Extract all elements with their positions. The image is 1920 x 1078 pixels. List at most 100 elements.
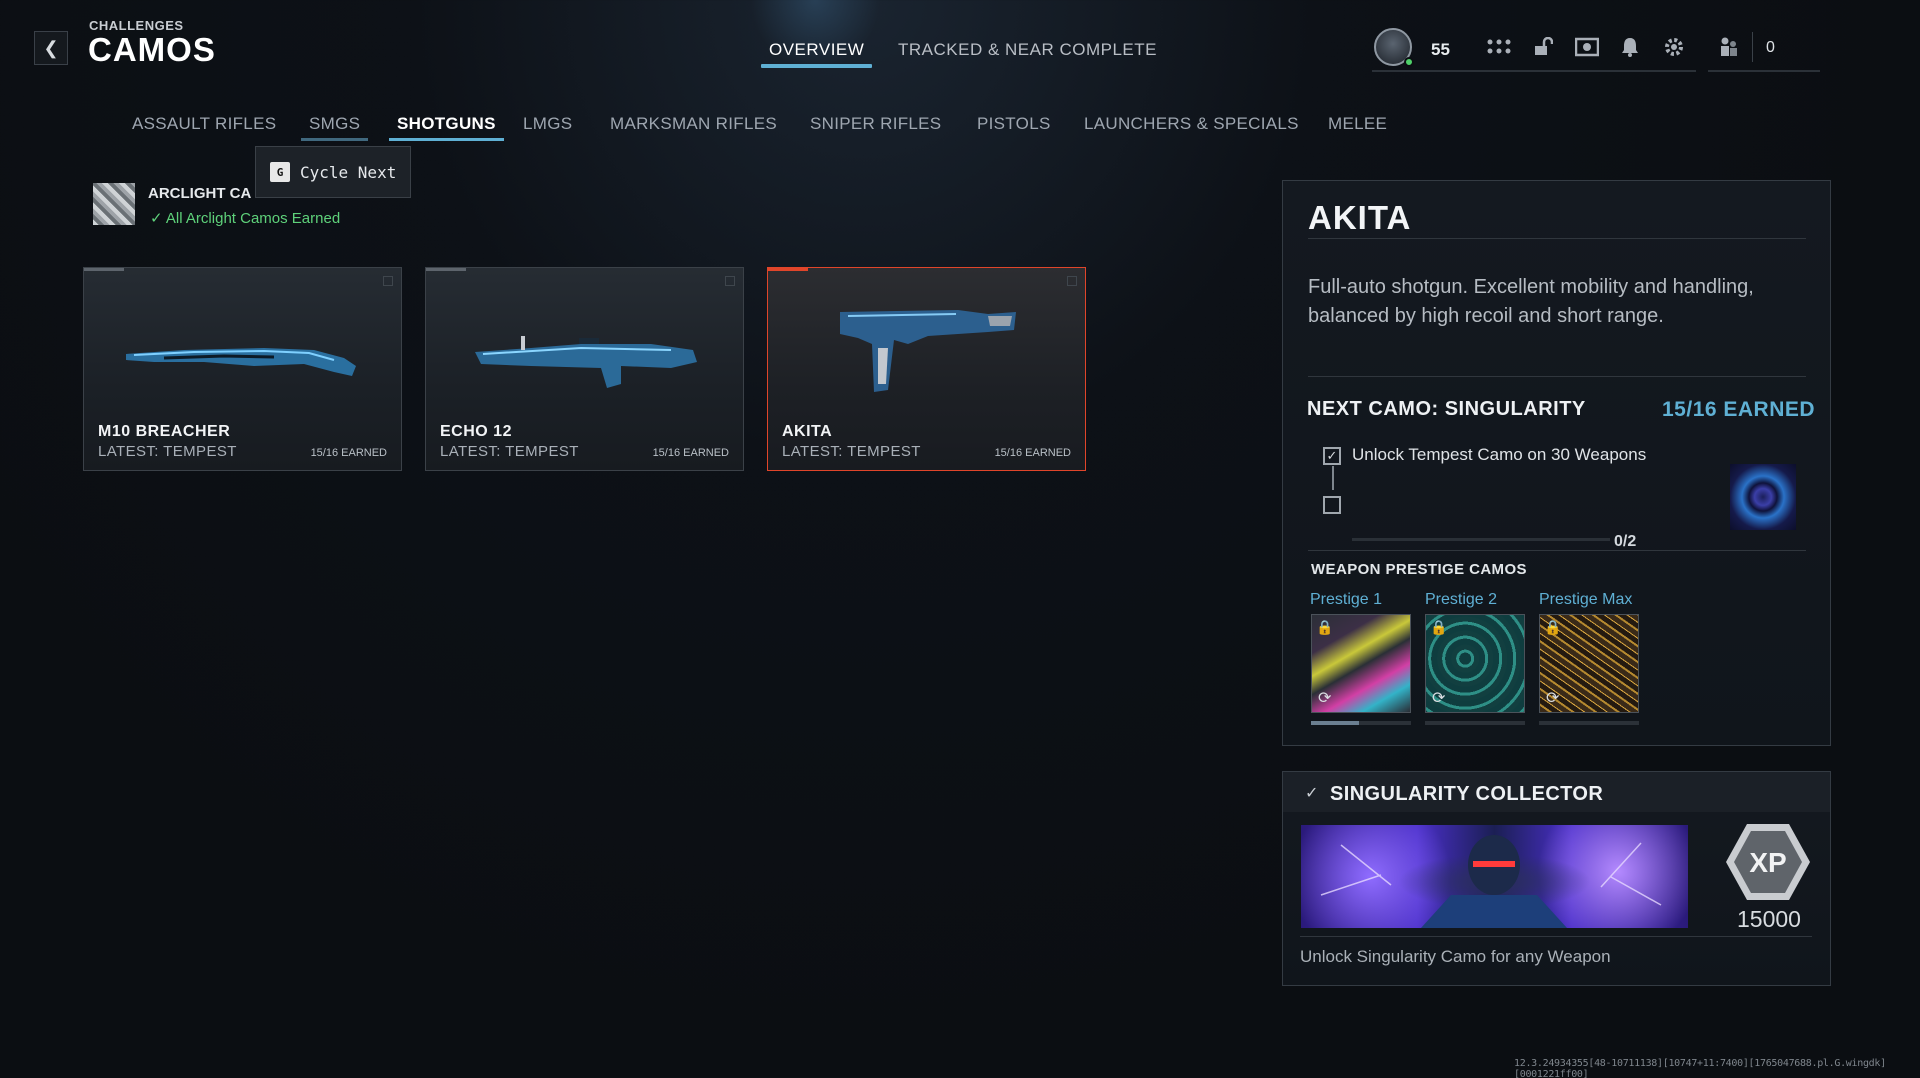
collector-description: Unlock Singularity Camo for any Weapon <box>1300 947 1611 966</box>
card-corner-icon <box>725 276 735 286</box>
card-progress-bar <box>84 268 124 271</box>
tab-tracked[interactable]: TRACKED & NEAR COMPLETE <box>898 40 1157 60</box>
back-button[interactable]: ❮ <box>34 31 68 65</box>
task-checkbox-empty <box>1323 496 1341 514</box>
build-info: 12.3.24934355[48-10711138][10747+11:7400… <box>1514 1058 1886 1078</box>
arclight-title: ARCLIGHT CA <box>148 185 252 202</box>
prestige-2-camo[interactable]: 🔒 ⟳ <box>1425 614 1525 713</box>
category-label: SHOTGUNS <box>397 114 496 133</box>
category-marksman-rifles[interactable]: MARKSMAN RIFLES <box>610 114 777 134</box>
lock-icon: 🔒 <box>1544 619 1562 635</box>
store-icon[interactable] <box>1574 34 1600 60</box>
category-melee[interactable]: MELEE <box>1328 114 1387 134</box>
collector-title: SINGULARITY COLLECTOR <box>1330 783 1604 805</box>
challenge-task: Unlock Tempest Camo on 30 Weapons <box>1352 445 1647 464</box>
weapon-name: ECHO 12 <box>440 423 512 440</box>
card-corner-icon <box>383 276 393 286</box>
divider <box>1308 550 1806 551</box>
cycle-next-tooltip: G Cycle Next <box>255 146 411 198</box>
weapon-card-m10-breacher[interactable]: M10 BREACHER LATEST: TEMPEST 15/16 EARNE… <box>83 267 402 471</box>
category-assault-rifles[interactable]: ASSAULT RIFLES <box>132 114 276 134</box>
collector-reward-banner <box>1301 825 1688 928</box>
card-corner-icon <box>1067 276 1077 286</box>
singularity-camo-thumbnail <box>1730 464 1796 530</box>
prestige-swirl-icon: ⟳ <box>1546 690 1560 707</box>
weapon-earned-count: 15/16 EARNED <box>994 447 1071 459</box>
category-label: MELEE <box>1328 114 1388 133</box>
tab-overview[interactable]: OVERVIEW <box>761 40 873 68</box>
checkmark-icon: ✓ <box>1305 785 1319 802</box>
detail-weapon-title: AKITA <box>1308 199 1412 236</box>
category-launchers-specials[interactable]: LAUNCHERS & SPECIALS <box>1084 114 1299 134</box>
prestige-max-progress <box>1539 721 1639 725</box>
shotgun-image <box>475 336 697 388</box>
task-connector <box>1332 466 1334 490</box>
category-smgs[interactable]: SMGS <box>301 114 369 141</box>
arclight-status-text: All Arclight Camos Earned <box>165 210 341 227</box>
card-progress-bar <box>426 268 466 271</box>
weapon-latest-camo: LATEST: TEMPEST <box>782 443 921 460</box>
category-label: MARKSMAN RIFLES <box>610 114 777 133</box>
category-label: SMGS <box>309 114 361 133</box>
settings-gear-icon[interactable] <box>1661 34 1687 60</box>
divider <box>1308 376 1806 377</box>
shotgun-image <box>840 310 1016 392</box>
prestige-2-label: Prestige 2 <box>1425 591 1498 608</box>
category-lmgs[interactable]: LMGS <box>523 114 572 134</box>
operator-figure <box>1320 835 1662 928</box>
prestige-heading: WEAPON PRESTIGE CAMOS <box>1311 561 1527 578</box>
lock-icon: 🔒 <box>1316 619 1334 635</box>
unlock-icon[interactable] <box>1530 34 1556 60</box>
prestige-max-label: Prestige Max <box>1539 591 1633 608</box>
online-status-dot <box>1404 57 1414 67</box>
chevron-left-icon: ❮ <box>43 37 59 58</box>
arclight-camo-thumbnail <box>93 183 135 225</box>
category-hover-underline <box>301 138 369 141</box>
prestige-swirl-icon: ⟳ <box>1318 690 1332 707</box>
hud-underline <box>1372 70 1696 72</box>
checkmark-icon: ✓ <box>1326 448 1338 463</box>
notification-bell-icon[interactable] <box>1617 34 1643 60</box>
weapon-latest-camo: LATEST: TEMPEST <box>440 443 579 460</box>
task-progress-bar <box>1352 538 1610 541</box>
category-label: ASSAULT RIFLES <box>132 114 277 133</box>
weapon-earned-count: 15/16 EARNED <box>652 447 729 459</box>
divider <box>1308 238 1806 239</box>
task-checkbox-checked: ✓ <box>1323 447 1341 465</box>
divider <box>1300 936 1812 937</box>
weapon-latest-camo: LATEST: TEMPEST <box>98 443 237 460</box>
category-label: LAUNCHERS & SPECIALS <box>1084 114 1299 133</box>
tab-active-underline <box>761 64 873 68</box>
xp-badge-label: XP <box>1749 847 1786 878</box>
weapon-card-akita[interactable]: AKITA LATEST: TEMPEST 15/16 EARNED <box>767 267 1086 471</box>
category-pistols[interactable]: PISTOLS <box>977 114 1051 134</box>
task-progress-label: 0/2 <box>1614 533 1637 550</box>
category-label: LMGS <box>523 114 573 133</box>
arclight-status: ✓ All Arclight Camos Earned <box>150 209 340 227</box>
xp-reward-value: 15000 <box>1737 906 1801 932</box>
lock-icon: 🔒 <box>1430 619 1448 635</box>
category-active-underline <box>389 138 504 141</box>
party-icon[interactable] <box>1716 34 1742 60</box>
grid-menu-icon[interactable] <box>1486 34 1512 60</box>
next-camo-earned: 15/16 EARNED <box>1662 398 1816 421</box>
prestige-1-progress <box>1311 721 1411 725</box>
weapon-name: AKITA <box>782 423 833 440</box>
card-progress-bar <box>768 268 808 271</box>
friends-count: 0 <box>1766 39 1775 56</box>
xp-badge-icon: XP <box>1725 822 1811 902</box>
player-level: 55 <box>1431 40 1450 59</box>
hud-underline-2 <box>1708 70 1820 72</box>
prestige-swirl-icon: ⟳ <box>1432 690 1446 707</box>
weapon-description: Full-auto shotgun. Excellent mobility an… <box>1308 276 1754 327</box>
prestige-2-progress <box>1425 721 1525 725</box>
prestige-1-camo[interactable]: 🔒 ⟳ <box>1311 614 1411 713</box>
shotgun-image <box>126 348 356 376</box>
category-label: PISTOLS <box>977 114 1051 133</box>
prestige-1-label: Prestige 1 <box>1310 591 1383 608</box>
tab-overview-label: OVERVIEW <box>769 40 865 59</box>
category-shotguns[interactable]: SHOTGUNS <box>389 114 504 141</box>
category-sniper-rifles[interactable]: SNIPER RIFLES <box>810 114 941 134</box>
weapon-card-echo-12[interactable]: ECHO 12 LATEST: TEMPEST 15/16 EARNED <box>425 267 744 471</box>
prestige-max-camo[interactable]: 🔒 ⟳ <box>1539 614 1639 713</box>
